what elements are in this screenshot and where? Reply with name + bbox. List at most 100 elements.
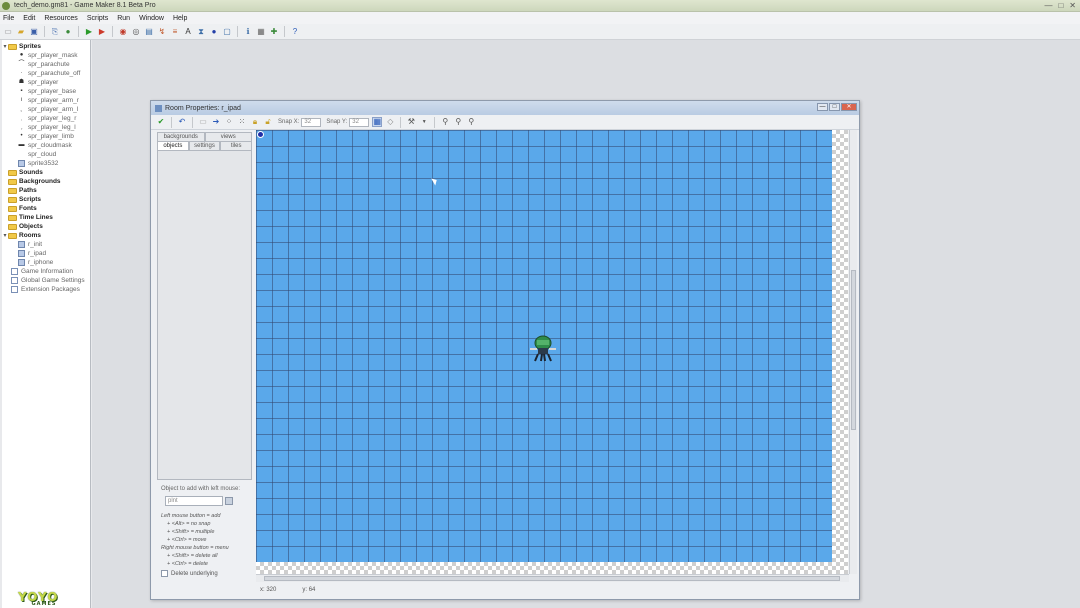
toolbar-separator — [434, 116, 436, 128]
tree-sprite-item[interactable]: ● spr_player_mask — [2, 51, 90, 60]
add-background-icon[interactable]: ▤ — [144, 27, 154, 37]
debug-run-icon[interactable]: ▶ — [97, 27, 107, 37]
horizontal-scrollbar[interactable] — [256, 574, 849, 582]
tree-sprite-item[interactable]: · spr_parachute_off — [2, 69, 90, 78]
zoom-in-icon[interactable]: ⚲ — [466, 117, 476, 127]
isometric-icon[interactable]: ◇ — [385, 117, 395, 127]
room-maximize-button[interactable]: □ — [829, 103, 840, 111]
open-folder-icon[interactable]: ▰ — [16, 27, 26, 37]
scrollbar-thumb[interactable] — [851, 270, 856, 430]
add-script-icon[interactable]: ≡ — [170, 27, 180, 37]
delete-underlying-row[interactable]: Delete underlying — [157, 570, 252, 577]
undo-icon[interactable]: ↶ — [177, 117, 187, 127]
player-instance[interactable] — [528, 334, 558, 362]
zoom-reset-icon[interactable]: ⚲ — [453, 117, 463, 127]
help-icon[interactable]: ? — [290, 27, 300, 37]
sort-y-icon[interactable]: ⁙ — [237, 117, 247, 127]
clear-icon[interactable]: ▭ — [198, 117, 208, 127]
instruction-line: + <Shift> = multiple — [167, 529, 215, 535]
add-room-icon[interactable]: ▢ — [222, 27, 232, 37]
tree-sprite-item[interactable]: ☗ spr_player — [2, 78, 90, 87]
tree-sprite-item[interactable]: ı spr_player_arm_r — [2, 96, 90, 105]
tree-sprite-item[interactable]: ▬ spr_cloudmask — [2, 141, 90, 150]
lock-icon[interactable]: 🔒︎ — [250, 117, 260, 127]
tab-views[interactable]: views — [204, 132, 252, 141]
tree-sprite-item[interactable]: ˛ spr_player_arm_l — [2, 105, 90, 114]
menu-edit[interactable]: Edit — [23, 15, 35, 22]
extension-icon[interactable]: ✚ — [269, 27, 279, 37]
object-selector[interactable]: plnt — [165, 496, 223, 506]
tree-sprite-item[interactable]: • spr_player_limb — [2, 132, 90, 141]
maximize-button[interactable]: □ — [1058, 1, 1063, 10]
sort-x-icon[interactable]: ⁘ — [224, 117, 234, 127]
new-file-icon[interactable]: ▭ — [3, 27, 13, 37]
tree-room-item[interactable]: r_iphone — [2, 258, 90, 267]
instance-marker[interactable] — [257, 131, 264, 138]
settings-icon[interactable]: ▦ — [256, 27, 266, 37]
tree-paths[interactable]: Paths — [2, 186, 90, 195]
menu-resources[interactable]: Resources — [44, 15, 77, 22]
tab-settings[interactable]: settings — [188, 141, 221, 150]
snap-x-input[interactable]: 32 — [301, 117, 322, 127]
minimize-button[interactable]: — — [1044, 1, 1052, 10]
tree-sprite-item[interactable]: ⌒ spr_parachute — [2, 60, 90, 69]
tree-sprite-item[interactable]: ˏ spr_player_leg_l — [2, 123, 90, 132]
tree-sprite-item[interactable]: ▪ spr_player_base — [2, 87, 90, 96]
room-minimize-button[interactable]: — — [817, 103, 828, 111]
tree-extension-packages[interactable]: Extension Packages — [2, 285, 90, 294]
tab-tiles[interactable]: tiles — [220, 141, 253, 150]
tree-timelines[interactable]: Time Lines — [2, 213, 90, 222]
menu-window[interactable]: Window — [139, 15, 164, 22]
room-close-button[interactable]: ✕ — [841, 103, 857, 111]
menu-file[interactable]: File — [3, 15, 14, 22]
add-timeline-icon[interactable]: ⧗ — [196, 27, 206, 37]
close-button[interactable]: ✕ — [1069, 1, 1076, 10]
globe-icon[interactable]: ● — [63, 27, 73, 37]
tree-sprite-item[interactable]: spr_cloud — [2, 150, 90, 159]
tree-game-information[interactable]: Game Information — [2, 267, 90, 276]
menu-scripts[interactable]: Scripts — [87, 15, 108, 22]
tree-scripts[interactable]: Scripts — [2, 195, 90, 204]
unlock-icon[interactable]: 🔓︎ — [263, 117, 273, 127]
tree-backgrounds[interactable]: Backgrounds — [2, 177, 90, 186]
room-window-titlebar[interactable]: Room Properties: r_ipad — □ ✕ — [151, 101, 859, 115]
grid-toggle-icon[interactable]: ▦ — [372, 117, 383, 127]
game-info-icon[interactable]: ℹ — [243, 27, 253, 37]
main-toolbar: ▭ ▰ ▣ ⎘ ● ▶ ▶ ◉ ◎ ▤ ↯ ≡ A ⧗ ● ▢ ℹ ▦ ✚ ? — [0, 24, 1080, 40]
tree-sprites[interactable]: ▾ Sprites — [2, 42, 90, 51]
add-object-icon[interactable]: ● — [209, 27, 219, 37]
tree-sprite-item[interactable]: ˌ spr_player_leg_r — [2, 114, 90, 123]
cursor-x-readout: x: 320 — [260, 587, 277, 593]
tree-rooms[interactable]: ▾ Rooms — [2, 231, 90, 240]
add-path-icon[interactable]: ↯ — [157, 27, 167, 37]
delete-underlying-checkbox[interactable] — [161, 570, 168, 577]
scrollbar-thumb[interactable] — [264, 576, 840, 581]
tree-sprite-item[interactable]: sprite3532 — [2, 159, 90, 168]
zoom-out-icon[interactable]: ⚲ — [440, 117, 450, 127]
shift-arrow-icon[interactable]: ➔ — [211, 117, 221, 127]
add-sound-icon[interactable]: ◎ — [131, 27, 141, 37]
tree-objects[interactable]: Objects — [2, 222, 90, 231]
tree-sounds[interactable]: Sounds — [2, 168, 90, 177]
ok-check-icon[interactable]: ✔ — [156, 117, 166, 127]
tools-dropdown-icon[interactable]: ⚒ — [406, 117, 416, 127]
tree-room-item[interactable]: r_init — [2, 240, 90, 249]
menu-help[interactable]: Help — [173, 15, 187, 22]
tree-room-item[interactable]: r_ipad — [2, 249, 90, 258]
menu-run[interactable]: Run — [117, 15, 130, 22]
chevron-down-icon[interactable]: ▼ — [419, 117, 429, 127]
folder-icon — [8, 169, 17, 176]
tab-objects[interactable]: objects — [157, 141, 189, 150]
tab-backgrounds[interactable]: backgrounds — [157, 132, 205, 141]
tree-global-settings[interactable]: Global Game Settings — [2, 276, 90, 285]
tree-fonts[interactable]: Fonts — [2, 204, 90, 213]
add-sprite-icon[interactable]: ◉ — [118, 27, 128, 37]
add-font-icon[interactable]: A — [183, 27, 193, 37]
vertical-scrollbar[interactable] — [849, 130, 857, 574]
room-canvas[interactable] — [256, 130, 832, 562]
object-menu-icon[interactable] — [225, 497, 233, 505]
run-icon[interactable]: ▶ — [84, 27, 94, 37]
snap-y-input[interactable]: 32 — [349, 117, 370, 127]
export-icon[interactable]: ⎘ — [50, 27, 60, 37]
save-icon[interactable]: ▣ — [29, 27, 39, 37]
